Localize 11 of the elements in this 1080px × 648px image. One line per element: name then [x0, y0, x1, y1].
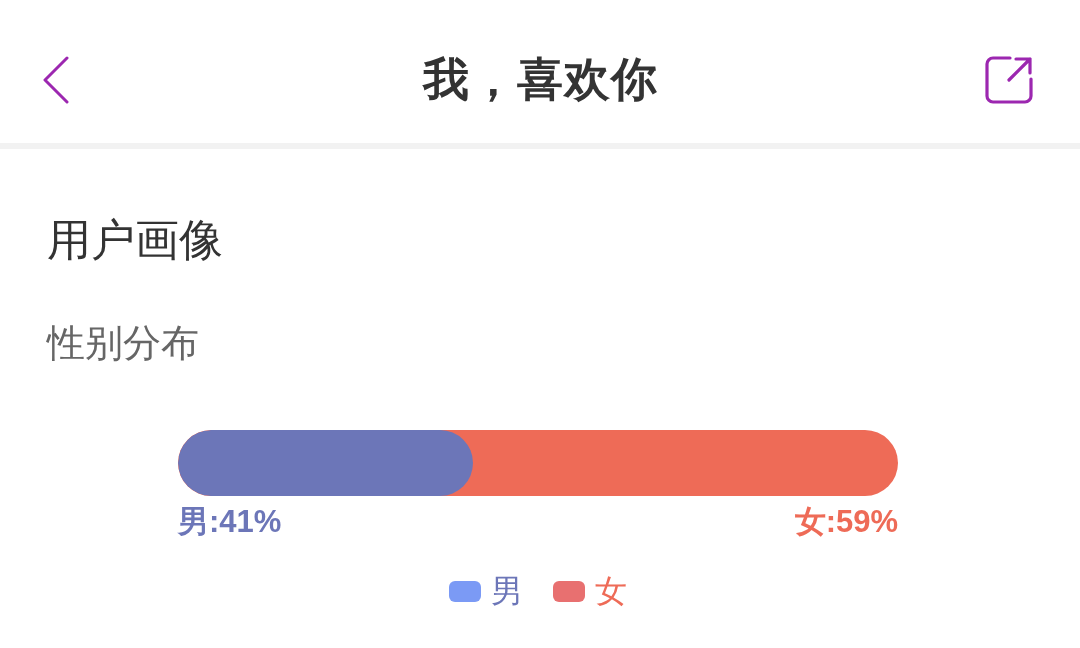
- share-icon: [984, 54, 1034, 105]
- page-title: 我，喜欢你: [421, 51, 659, 107]
- back-icon: [42, 55, 70, 104]
- share-label: 男:41%: [178, 503, 282, 541]
- share-button[interactable]: [984, 54, 1034, 105]
- section-title: 用户画像: [47, 214, 223, 266]
- legend-label: 女: [595, 572, 627, 611]
- share-label: 女:59%: [794, 503, 898, 541]
- back-button[interactable]: [42, 55, 70, 104]
- chart-title: 性别分布: [47, 321, 199, 366]
- legend-label: 男: [491, 572, 523, 611]
